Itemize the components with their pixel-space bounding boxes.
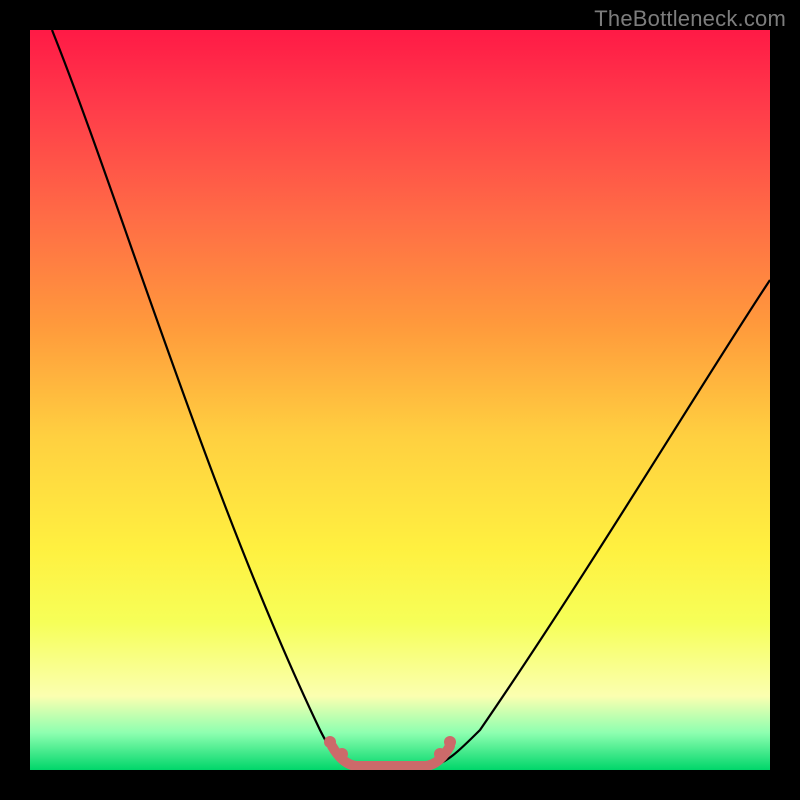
watermark-text: TheBottleneck.com (594, 6, 786, 32)
curve-svg (30, 30, 770, 770)
flat-highlight-dot-left (324, 736, 336, 748)
chart-frame: TheBottleneck.com (0, 0, 800, 800)
flat-highlight-dot-left2 (336, 748, 348, 760)
flat-highlight-dot-right2 (434, 748, 446, 760)
flat-highlight-line (332, 746, 450, 766)
flat-highlight-dot-right (444, 736, 456, 748)
bottleneck-curve (52, 30, 770, 766)
plot-area (30, 30, 770, 770)
